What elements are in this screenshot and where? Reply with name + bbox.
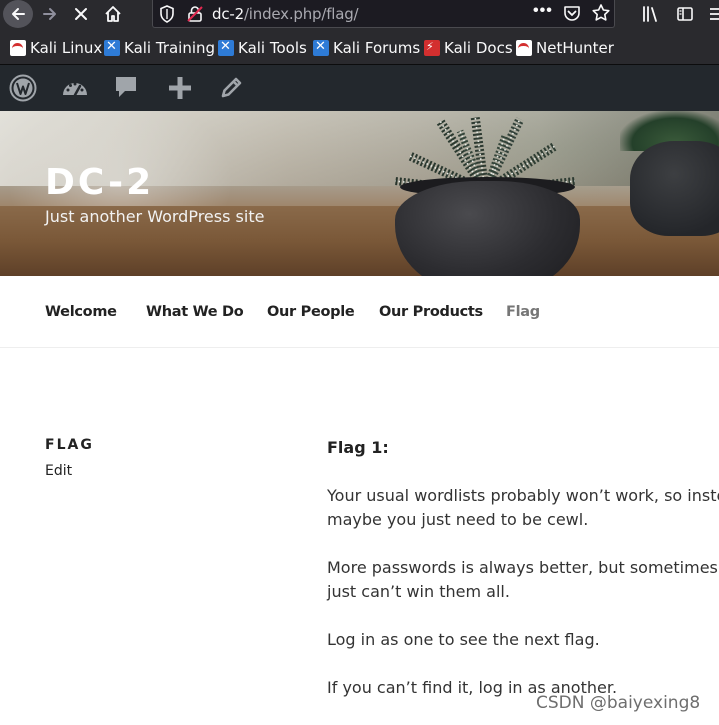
comments-icon[interactable] (111, 74, 141, 102)
forward-button[interactable] (35, 0, 65, 28)
bookmark-label: NetHunter (536, 39, 614, 57)
nethunter-icon (516, 40, 532, 56)
paragraph-line: maybe you just need to be cewl. (327, 510, 589, 529)
wp-admin-bar (0, 65, 719, 111)
browser-toolbar: dc-2/index.php/flag/ ••• (0, 0, 719, 30)
paragraph-login: Log in as one to see the next flag. (327, 630, 600, 649)
nav-item-flag[interactable]: Flag (506, 304, 540, 320)
site-description: Just another WordPress site (45, 207, 265, 226)
bookmark-kali-docs[interactable]: Kali Docs (424, 39, 513, 57)
wordpress-logo-icon[interactable] (8, 74, 38, 102)
insecure-lock-icon[interactable] (186, 5, 204, 28)
bookmark-kali-forums[interactable]: Kali Forums (313, 39, 420, 57)
dashboard-gauge-icon[interactable] (60, 74, 90, 102)
kali-tools-icon (218, 39, 234, 56)
pocket-icon[interactable] (563, 4, 581, 27)
url-bar[interactable]: dc-2/index.php/flag/ ••• (152, 0, 615, 28)
bookmark-label: Kali Docs (444, 39, 513, 57)
library-icon[interactable] (641, 4, 661, 29)
edit-pencil-icon[interactable] (216, 74, 246, 102)
bookmark-kali-tools[interactable]: Kali Tools (218, 39, 307, 57)
bookmark-kali-training[interactable]: Kali Training (104, 39, 215, 57)
bookmarks-toolbar: Kali Linux Kali Training Kali Tools Kali… (0, 30, 719, 65)
bookmark-label: Kali Linux (30, 39, 103, 57)
nav-item-what-we-do[interactable]: What We Do (146, 304, 244, 320)
close-icon (75, 8, 87, 20)
paragraph-line: just can’t win them all. (327, 582, 510, 601)
page-title: FLAG (45, 437, 94, 453)
url-host: dc-2 (212, 5, 244, 23)
kali-training-icon (104, 39, 120, 56)
nav-item-welcome[interactable]: Welcome (45, 304, 117, 320)
kali-docs-icon (424, 40, 440, 56)
plant-pot (395, 181, 580, 276)
paragraph-wordlists: Your usual wordlists probably won’t work… (327, 484, 719, 532)
nav-item-our-products[interactable]: Our Products (379, 304, 483, 320)
new-content-plus-icon[interactable] (165, 74, 195, 102)
bookmark-label: Kali Forums (333, 39, 421, 57)
paragraph-line: More passwords is always better, but som… (327, 558, 719, 577)
home-button[interactable] (98, 0, 128, 28)
sidebar-icon[interactable] (676, 5, 694, 28)
back-button[interactable] (3, 0, 33, 28)
shield-icon[interactable] (159, 5, 175, 28)
url-text[interactable]: dc-2/index.php/flag/ (212, 5, 359, 23)
home-icon (105, 6, 121, 22)
bookmark-label: Kali Training (124, 39, 216, 57)
bookmark-label: Kali Tools (238, 39, 307, 57)
bookmark-kali-linux[interactable]: Kali Linux (10, 39, 102, 57)
hamburger-menu-icon[interactable] (710, 5, 719, 28)
paragraph-line: Your usual wordlists probably won’t work… (327, 486, 719, 505)
bookmark-nethunter[interactable]: NetHunter (516, 39, 614, 57)
edit-link[interactable]: Edit (45, 463, 72, 479)
site-title[interactable]: DC-2 (45, 162, 154, 203)
entry-content: Flag 1: Your usual wordlists probably wo… (327, 436, 719, 724)
kali-forums-icon (313, 39, 329, 56)
site-header-image: DC-2 Just another WordPress site (0, 111, 719, 276)
flag-heading: Flag 1: (327, 438, 389, 457)
stop-button[interactable] (66, 0, 96, 28)
forward-arrow-icon (43, 8, 56, 20)
url-path: /index.php/flag/ (243, 5, 359, 23)
kali-icon (10, 40, 26, 56)
back-arrow-icon (12, 8, 25, 20)
csdn-watermark: CSDN @baiyexing8 (536, 693, 701, 713)
bookmark-star-icon[interactable] (591, 3, 611, 28)
nav-item-our-people[interactable]: Our People (267, 304, 355, 320)
page-actions-menu-icon[interactable]: ••• (533, 2, 553, 20)
paragraph-passwords: More passwords is always better, but som… (327, 556, 719, 604)
top-navigation: Welcome What We Do Our People Our Produc… (0, 276, 719, 348)
background-pot (630, 141, 719, 236)
